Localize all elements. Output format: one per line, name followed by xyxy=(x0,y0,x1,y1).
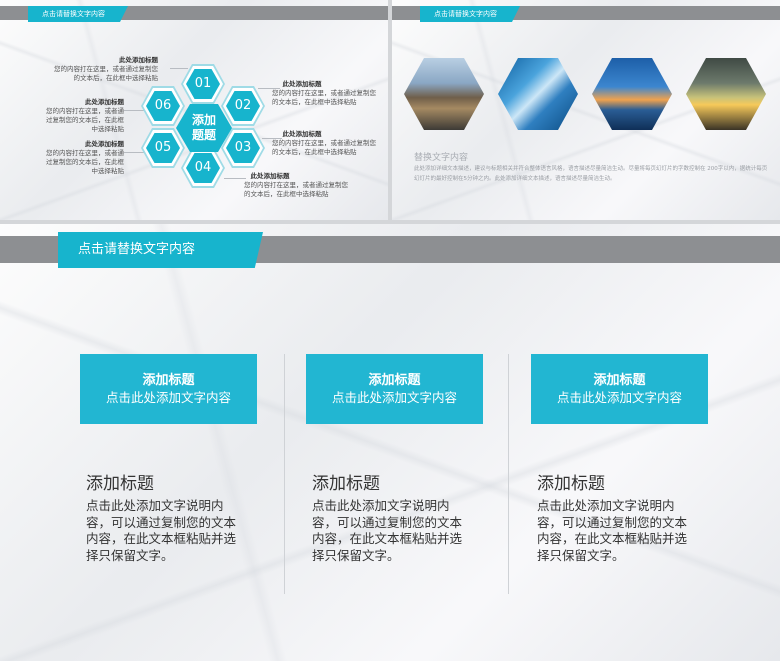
center-line1: 添加 xyxy=(191,113,216,127)
card-title: 添加标题 xyxy=(368,373,421,388)
card-subtitle: 点击此处添加文字内容 xyxy=(556,390,682,405)
note-05[interactable]: 此处添加标题 您的内容打在这里，或者通过复制您的文本后，在此框中选择粘贴 xyxy=(42,140,124,176)
note-title: 此处添加标题 xyxy=(85,98,124,106)
note-04[interactable]: 此处添加标题 您的内容打在这里，或者通过复制您的文本后，在此框中选择粘贴 xyxy=(244,172,354,199)
note-body: 您的内容打在这里，或者通过复制您的文本后，在此框中选择粘贴 xyxy=(46,107,124,133)
column-3-card[interactable]: 添加标题 点击此处添加文字内容 xyxy=(531,354,708,424)
slide-three-columns: 点击请替换文字内容 添加标题 点击此处添加文字内容 添加标题 点击此处添加文字说… xyxy=(0,224,780,661)
column-3-title[interactable]: 添加标题 xyxy=(537,469,605,494)
center-line2: 题题 xyxy=(191,128,216,142)
photo-city-lights-image xyxy=(686,58,766,130)
card-title: 添加标题 xyxy=(593,373,646,388)
slide-title-tab[interactable]: 点击请替换文字内容 xyxy=(28,6,128,22)
card-title: 添加标题 xyxy=(142,373,195,388)
photo-glass-tower-image xyxy=(498,58,578,130)
note-title: 此处添加标题 xyxy=(282,130,322,138)
column-divider xyxy=(284,354,285,594)
section-body[interactable]: 此处添加详细文本描述，建议与标题相关并符合整体语言风格，语言描述尽量简洁生动。尽… xyxy=(414,164,770,184)
note-title: 此处添加标题 xyxy=(282,80,322,88)
note-title: 此处添加标题 xyxy=(250,172,290,180)
column-2-card[interactable]: 添加标题 点击此处添加文字内容 xyxy=(306,354,483,424)
note-02[interactable]: 此处添加标题 您的内容打在这里，或者通过复制您的文本后，在此框中选择粘贴 xyxy=(272,80,382,107)
note-body: 您的内容打在这里，或者通过复制您的文本后，在此框中选择粘贴 xyxy=(54,65,158,82)
card-subtitle: 点击此处添加文字内容 xyxy=(105,390,231,405)
column-3-body[interactable]: 点击此处添加文字说明内容，可以通过复制您的文本内容，在此文本框粘贴并选择只保留文… xyxy=(537,498,687,564)
note-title: 此处添加标题 xyxy=(85,140,124,148)
column-1-title[interactable]: 添加标题 xyxy=(86,469,154,494)
note-body: 您的内容打在这里，或者通过复制您的文本后，在此框中选择粘贴 xyxy=(272,89,376,106)
photo-city-dusk-image xyxy=(592,58,672,130)
note-body: 您的内容打在这里，或者通过复制您的文本后，在此框中选择粘贴 xyxy=(244,181,348,198)
note-03[interactable]: 此处添加标题 您的内容打在这里，或者通过复制您的文本后，在此框中选择粘贴 xyxy=(272,130,382,157)
note-06[interactable]: 此处添加标题 您的内容打在这里，或者通过复制您的文本后，在此框中选择粘贴 xyxy=(42,98,124,134)
slide-title-tab[interactable]: 点击请替换文字内容 xyxy=(420,6,520,22)
slide-hexagon-diagram: 点击请替换文字内容 01 02 03 04 05 06 添加 题题 此处添加标题… xyxy=(0,0,388,220)
note-title: 此处添加标题 xyxy=(119,56,158,64)
note-body: 您的内容打在这里，或者通过复制您的文本后，在此框中选择粘贴 xyxy=(272,139,376,156)
slide-photo-hexagons: 点击请替换文字内容 替换文字内容 此处添加详细文本描述，建议与标题相关并符合整体… xyxy=(392,0,780,220)
note-01[interactable]: 此处添加标题 您的内容打在这里，或者通过复制您的文本后，在此框中选择粘贴 xyxy=(50,56,158,83)
slide-title-tab[interactable]: 点击请替换文字内容 xyxy=(58,232,263,268)
column-2-body[interactable]: 点击此处添加文字说明内容，可以通过复制您的文本内容，在此文本框粘贴并选择只保留文… xyxy=(312,498,462,564)
column-divider xyxy=(508,354,509,594)
column-2-title[interactable]: 添加标题 xyxy=(312,469,380,494)
leader-line xyxy=(224,178,246,179)
column-1-body[interactable]: 点击此处添加文字说明内容，可以通过复制您的文本内容，在此文本框粘贴并选择只保留文… xyxy=(86,498,236,564)
photo-railway-image xyxy=(404,58,484,130)
leader-line xyxy=(170,68,188,69)
note-body: 您的内容打在这里，或者通过复制您的文本后，在此框中选择粘贴 xyxy=(46,149,124,175)
card-subtitle: 点击此处添加文字内容 xyxy=(331,390,457,405)
column-1-card[interactable]: 添加标题 点击此处添加文字内容 xyxy=(80,354,257,424)
section-title[interactable]: 替换文字内容 xyxy=(414,150,468,163)
